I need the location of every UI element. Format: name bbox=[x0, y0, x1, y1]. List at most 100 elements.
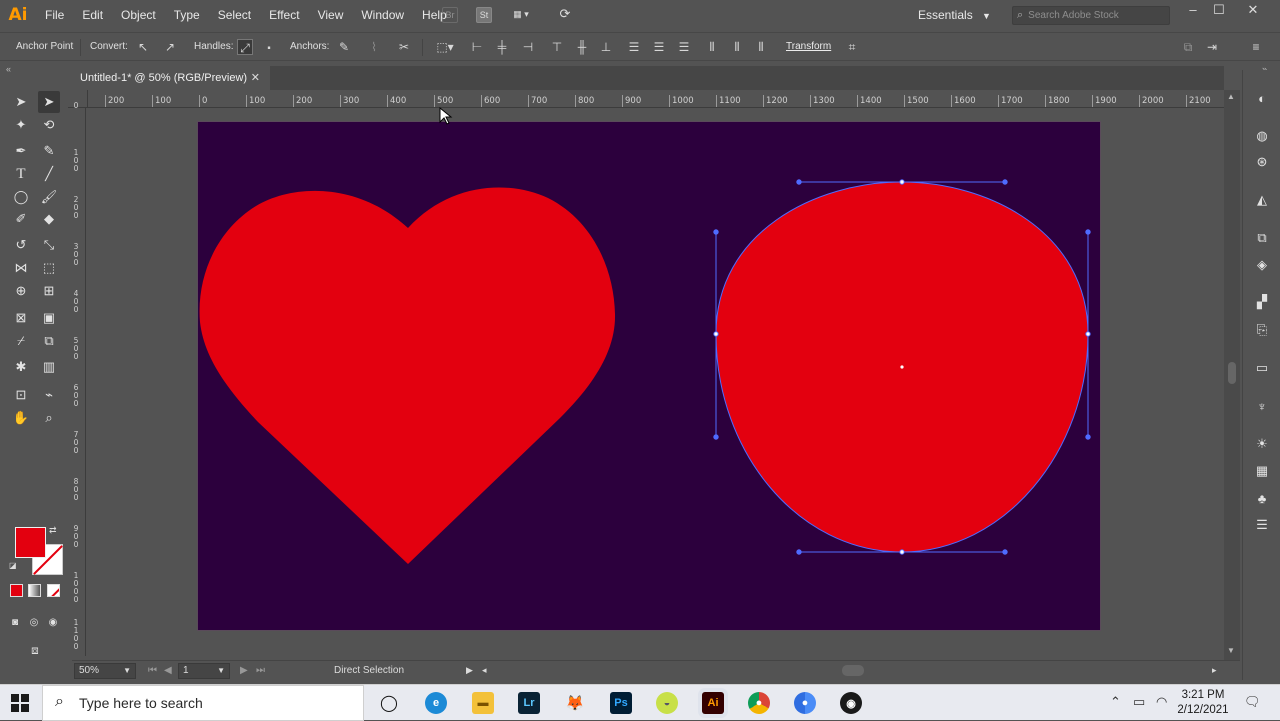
remove-anchor-icon[interactable]: ✎ bbox=[336, 39, 352, 55]
task-view-icon[interactable]: ◯ bbox=[378, 692, 400, 714]
cut-path-icon[interactable]: ✂ bbox=[396, 39, 412, 55]
symbol-sprayer-tool-icon[interactable]: ✱ bbox=[10, 356, 32, 378]
arrange-documents-icon[interactable]: ▦ ▾ bbox=[506, 7, 536, 23]
eyedropper-tool-icon[interactable]: ⌿ bbox=[10, 330, 32, 352]
connect-anchor-icon[interactable]: ⌇ bbox=[366, 39, 382, 55]
distribute-bottom-icon[interactable]: ☰ bbox=[676, 39, 692, 55]
close-button[interactable]: ✕ bbox=[1238, 0, 1268, 22]
align-to-icon[interactable]: ⬚▾ bbox=[434, 39, 456, 55]
obs-icon[interactable]: ◉ bbox=[840, 692, 862, 714]
workspace-switcher[interactable]: Essentials ▼ bbox=[918, 0, 991, 30]
distribute-hcenter-icon[interactable]: ⫴ bbox=[729, 39, 745, 55]
distribute-left-icon[interactable]: ⫴ bbox=[704, 39, 720, 55]
brushes-icon[interactable]: ♆ bbox=[1252, 396, 1272, 416]
align-right-icon[interactable]: ⊣ bbox=[520, 39, 536, 55]
menu-type[interactable]: Type bbox=[165, 0, 209, 30]
gpu-performance-icon[interactable]: ⟳ bbox=[556, 7, 574, 23]
document-tab[interactable]: Untitled-1* @ 50% (RGB/Preview) ✕ bbox=[72, 66, 270, 90]
stock-search-input[interactable]: ⌕ Search Adobe Stock bbox=[1012, 6, 1170, 25]
zoom-tool-icon[interactable]: ⌕ bbox=[38, 407, 60, 429]
gradient-tool-icon[interactable]: ▣ bbox=[38, 307, 60, 329]
symbols-icon[interactable]: ♣ bbox=[1252, 488, 1272, 508]
draw-behind-icon[interactable]: ◎ bbox=[25, 613, 43, 631]
windows-start-icon[interactable] bbox=[11, 694, 29, 712]
convert-smooth-icon[interactable]: ↗ bbox=[162, 39, 178, 55]
fill-swatch[interactable] bbox=[15, 527, 46, 558]
artboard-number-select[interactable]: 1 ▼ bbox=[178, 663, 230, 679]
artboard-tool-icon[interactable]: ⊡ bbox=[10, 384, 32, 406]
shape-builder-tool-icon[interactable]: ⊕ bbox=[10, 280, 32, 302]
transparency-icon[interactable]: ▭ bbox=[1252, 358, 1272, 378]
status-menu-icon[interactable]: ▶ bbox=[466, 665, 473, 676]
column-graph-tool-icon[interactable]: ▥ bbox=[38, 356, 60, 378]
align-left-icon[interactable]: ⊢ bbox=[469, 39, 485, 55]
bridge-icon[interactable]: Br bbox=[442, 7, 458, 23]
first-artboard-icon[interactable]: ⏮ bbox=[148, 665, 157, 676]
hand-tool-icon[interactable]: ✋ bbox=[10, 407, 32, 429]
menu-select[interactable]: Select bbox=[209, 0, 260, 30]
appearance-icon[interactable]: ☀ bbox=[1252, 434, 1272, 454]
eraser-tool-icon[interactable]: ◆ bbox=[38, 208, 60, 230]
vertical-scroll-thumb[interactable] bbox=[1228, 362, 1236, 384]
gimp-icon[interactable]: 🦊 bbox=[564, 692, 586, 714]
selection-tool-icon[interactable]: ➤ bbox=[10, 91, 32, 113]
curvature-tool-icon[interactable]: ✎ bbox=[38, 140, 60, 162]
stock-icon[interactable]: St bbox=[476, 7, 492, 23]
magic-wand-tool-icon[interactable]: ✦ bbox=[10, 114, 32, 136]
color-icon[interactable]: ◍ bbox=[1252, 126, 1272, 146]
layers-icon[interactable]: ◈ bbox=[1252, 255, 1272, 275]
prev-artboard-icon[interactable]: ◀ bbox=[164, 665, 172, 676]
line-tool-icon[interactable]: ╱ bbox=[38, 163, 60, 185]
notifications-icon[interactable]: 🗨 bbox=[1244, 694, 1261, 710]
menu-edit[interactable]: Edit bbox=[73, 0, 112, 30]
swap-fill-stroke-icon[interactable]: ⇄ bbox=[49, 525, 57, 536]
direct-selection-tool-icon[interactable]: ➤ bbox=[38, 91, 60, 113]
chrome-alt-icon[interactable]: ● bbox=[794, 692, 816, 714]
menu-effect[interactable]: Effect bbox=[260, 0, 308, 30]
mesh-tool-icon[interactable]: ⊠ bbox=[10, 307, 32, 329]
graphic-styles-icon[interactable]: ▦ bbox=[1252, 461, 1272, 481]
menu-object[interactable]: Object bbox=[112, 0, 165, 30]
rotate-tool-icon[interactable]: ↺ bbox=[10, 234, 32, 256]
next-artboard-icon[interactable]: ▶ bbox=[240, 665, 248, 676]
vertical-ruler[interactable]: 0 1 0 0 2 0 0 3 0 0 4 0 0 5 0 0 6 0 0 7 0 0 8 0 … bbox=[68, 102, 86, 656]
align-bottom-icon[interactable]: ⊥ bbox=[598, 39, 614, 55]
draw-normal-icon[interactable]: ◙ bbox=[6, 613, 24, 631]
perspective-grid-tool-icon[interactable]: ⊞ bbox=[38, 280, 60, 302]
menu-file[interactable]: File bbox=[36, 0, 73, 30]
align-vcenter-icon[interactable]: ╫ bbox=[574, 39, 590, 55]
color-mode-swatch[interactable] bbox=[10, 584, 23, 597]
horizontal-scroll-thumb[interactable] bbox=[842, 665, 864, 676]
scroll-down-icon[interactable]: ▼ bbox=[1227, 646, 1235, 655]
scroll-right-icon[interactable]: ▸ bbox=[1212, 665, 1217, 676]
heart-shape[interactable] bbox=[199, 187, 616, 565]
convert-corner-icon[interactable]: ↖ bbox=[135, 39, 151, 55]
scroll-up-icon[interactable]: ▲ bbox=[1227, 92, 1235, 101]
gradient-mode-swatch[interactable] bbox=[28, 584, 41, 597]
show-hidden-icons-icon[interactable]: ⌃ bbox=[1110, 694, 1121, 710]
default-colors-icon[interactable]: ◪ bbox=[9, 561, 17, 570]
transform-link[interactable]: Transform bbox=[786, 41, 831, 52]
taskbar-clock[interactable]: 3:21 PM 2/12/2021 bbox=[1174, 688, 1232, 718]
hamburger-icon[interactable]: ≡ bbox=[1248, 39, 1264, 55]
zoom-select[interactable]: 50% ▼ bbox=[74, 663, 136, 679]
lasso-tool-icon[interactable]: ⟲ bbox=[38, 114, 60, 136]
properties-icon[interactable]: ◐ bbox=[1252, 88, 1272, 108]
color-guide-icon[interactable]: ⊛ bbox=[1252, 152, 1272, 172]
distribute-right-icon[interactable]: ⫴ bbox=[753, 39, 769, 55]
align-top-icon[interactable]: ⊤ bbox=[549, 39, 565, 55]
scroll-left-icon[interactable]: ◂ bbox=[482, 665, 487, 676]
menu-window[interactable]: Window bbox=[352, 0, 413, 30]
illustrator-taskbar-icon[interactable]: Ai bbox=[702, 692, 724, 714]
tennis-app-icon[interactable]: ◒ bbox=[656, 692, 678, 714]
last-artboard-icon[interactable]: ⏭ bbox=[256, 665, 265, 676]
distribute-vcenter-icon[interactable]: ☰ bbox=[651, 39, 667, 55]
file-explorer-icon[interactable]: ▬ bbox=[472, 692, 494, 714]
horizontal-ruler[interactable]: 200 100 0 100 200 300 400 500 600 700 800 900 1000 11… bbox=[88, 90, 1224, 108]
close-icon[interactable]: ✕ bbox=[251, 71, 260, 84]
taskbar-search-input[interactable]: ⌕ Type here to search bbox=[42, 685, 364, 721]
artboards-icon[interactable]: ⧉ bbox=[1252, 228, 1272, 248]
edge-icon[interactable]: e bbox=[425, 692, 447, 714]
maximize-button[interactable]: ☐ bbox=[1204, 0, 1234, 22]
distribute-top-icon[interactable]: ☰ bbox=[626, 39, 642, 55]
